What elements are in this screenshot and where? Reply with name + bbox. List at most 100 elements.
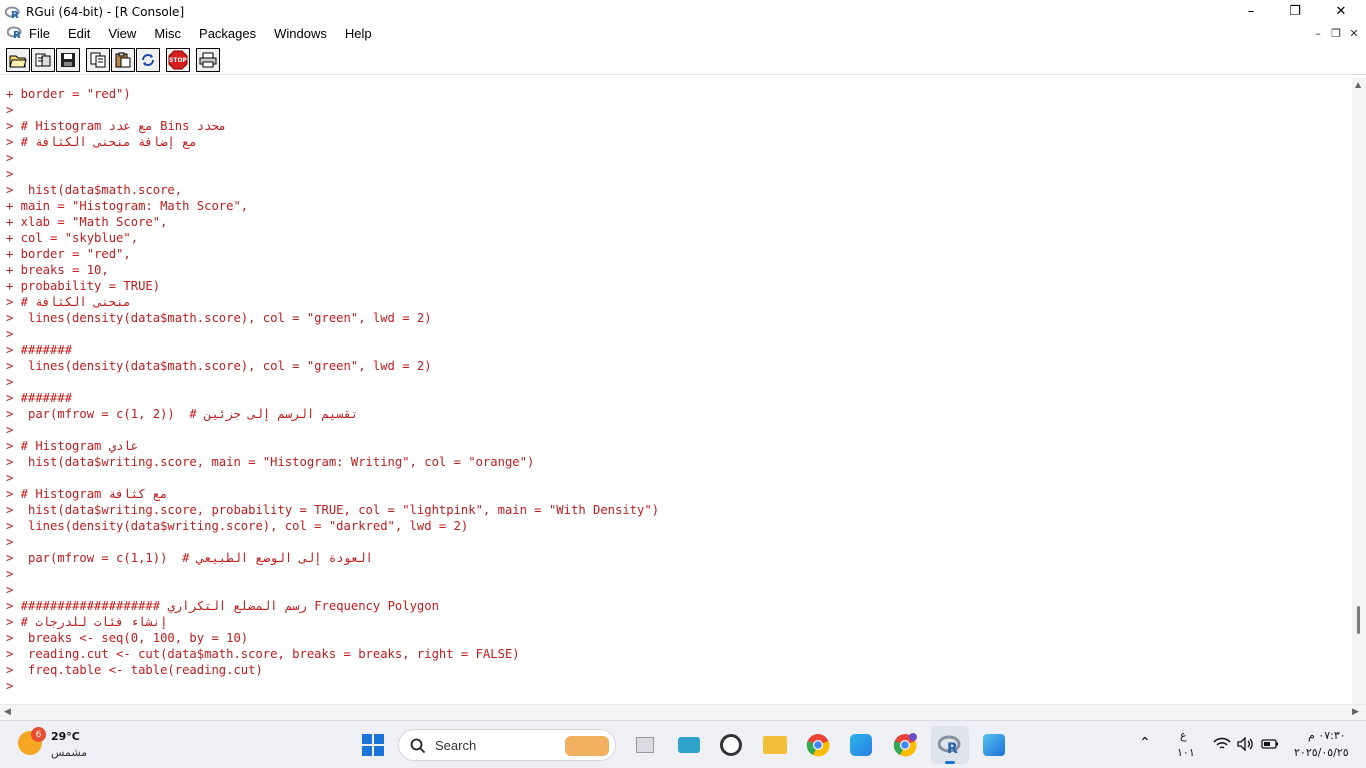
console-line: + col = "skyblue", bbox=[6, 231, 139, 245]
console-line: > hist(data$writing.score, main = "Histo… bbox=[6, 455, 535, 469]
weather-badge: 6 bbox=[31, 727, 46, 742]
search-box[interactable]: Search bbox=[398, 729, 616, 761]
copy-paste-button[interactable] bbox=[136, 48, 160, 72]
console-line: > bbox=[6, 327, 14, 341]
taskbar-r-gui-active[interactable]: R bbox=[931, 726, 969, 764]
console-line: + probability = TRUE) bbox=[6, 279, 161, 293]
print-icon bbox=[199, 52, 217, 68]
console-line: > lines(density(data$math.score), col = … bbox=[6, 359, 432, 373]
r-logo-icon: R bbox=[4, 5, 21, 21]
clock-app-icon bbox=[720, 734, 742, 756]
taskbar-clock-app[interactable] bbox=[716, 730, 746, 760]
console-line: > reading.cut <- cut(data$math.score, br… bbox=[6, 647, 520, 661]
console-line: > ####### bbox=[6, 391, 73, 405]
console-line: > ################### رسم المضلع التكرار… bbox=[6, 599, 439, 613]
console-line: > bbox=[6, 375, 14, 389]
menu-misc[interactable]: Misc bbox=[145, 26, 190, 41]
console-line: + main = "Histogram: Math Score", bbox=[6, 199, 249, 213]
wifi-icon[interactable] bbox=[1213, 737, 1231, 751]
console-line: > bbox=[6, 167, 14, 181]
r-gui-icon: R bbox=[938, 735, 961, 755]
r-menu-icon[interactable]: R bbox=[6, 26, 23, 41]
svg-text:R: R bbox=[11, 10, 19, 20]
mdi-restore-button[interactable]: ❐ bbox=[1328, 25, 1344, 41]
svg-text:R: R bbox=[13, 30, 21, 40]
taskbar-chrome[interactable] bbox=[803, 730, 833, 760]
scroll-up-icon[interactable]: ▲ bbox=[1355, 80, 1361, 89]
menu-packages[interactable]: Packages bbox=[190, 26, 265, 41]
taskbar: 6 29°C مشمس Search R ⌃ ع ١٠١ ٠٧:٣٠ م ٢٠٢… bbox=[0, 720, 1366, 768]
clock-time[interactable]: ٠٧:٣٠ م bbox=[1308, 729, 1346, 742]
mdi-close-button[interactable]: ✕ bbox=[1346, 25, 1362, 41]
vertical-scrollbar[interactable]: ▲ bbox=[1352, 78, 1366, 704]
taskbar-chrome-profile[interactable] bbox=[890, 730, 920, 760]
console-line: > bbox=[6, 151, 14, 165]
console-line: + xlab = "Math Score", bbox=[6, 215, 168, 229]
horizontal-scrollbar[interactable]: ◀ ▶ bbox=[0, 704, 1366, 720]
start-icon bbox=[362, 734, 384, 756]
load-workspace-button[interactable] bbox=[31, 48, 55, 72]
taskbar-app-2[interactable] bbox=[674, 730, 704, 760]
menu-bar: R File Edit View Misc Packages Windows H… bbox=[0, 23, 1366, 43]
title-bar: R RGui (64-bit) - [R Console] – ❐ ✕ bbox=[0, 0, 1366, 23]
scroll-left-icon[interactable]: ◀ bbox=[4, 707, 11, 717]
paste-button[interactable] bbox=[111, 48, 135, 72]
print-button[interactable] bbox=[196, 48, 220, 72]
console-line: > # Histogram مع كثافة bbox=[6, 487, 168, 501]
chrome-profile-icon bbox=[893, 733, 917, 757]
start-button[interactable] bbox=[358, 730, 388, 760]
app-icon bbox=[678, 737, 700, 753]
console-line: > bbox=[6, 535, 14, 549]
console-line: > bbox=[6, 679, 14, 693]
console-line: > bbox=[6, 567, 14, 581]
console-line: > lines(density(data$writing.score), col… bbox=[6, 519, 469, 533]
weather-temp[interactable]: 29°C bbox=[51, 730, 80, 743]
save-button[interactable] bbox=[56, 48, 80, 72]
stop-button[interactable]: STOP bbox=[166, 48, 190, 72]
scroll-right-icon[interactable]: ▶ bbox=[1352, 707, 1359, 717]
taskbar-store[interactable] bbox=[846, 730, 876, 760]
maximize-button[interactable]: ❐ bbox=[1272, 0, 1318, 23]
svg-text:R: R bbox=[947, 741, 958, 755]
menu-windows[interactable]: Windows bbox=[265, 26, 336, 41]
console-line: > # مع إضافة منحنى الكثافة bbox=[6, 135, 197, 149]
show-hidden-icons-icon[interactable]: ⌃ bbox=[1139, 735, 1151, 751]
console-line: > freq.table <- table(reading.cut) bbox=[6, 663, 263, 677]
open-script-button[interactable] bbox=[6, 48, 30, 72]
mdi-minimize-button[interactable]: – bbox=[1310, 25, 1326, 41]
stop-label: STOP bbox=[169, 56, 187, 64]
copy-icon bbox=[90, 52, 106, 68]
search-highlight-icon bbox=[565, 736, 609, 756]
console-line: > hist(data$math.score, bbox=[6, 183, 183, 197]
r-console-output[interactable]: + border = "red") > > # Histogram مع عدد… bbox=[0, 78, 1352, 704]
minimize-button[interactable]: – bbox=[1228, 0, 1274, 23]
input-language-bottom[interactable]: ١٠١ bbox=[1177, 746, 1195, 759]
console-line: > hist(data$writing.score, probability =… bbox=[6, 503, 660, 517]
copy-button[interactable] bbox=[86, 48, 110, 72]
file-explorer-icon bbox=[636, 737, 654, 753]
menu-help[interactable]: Help bbox=[336, 26, 381, 41]
console-line: + breaks = 10, bbox=[6, 263, 109, 277]
copy-paste-icon bbox=[142, 54, 154, 66]
menu-edit[interactable]: Edit bbox=[59, 26, 99, 41]
volume-icon[interactable] bbox=[1237, 737, 1255, 751]
console-line: > bbox=[6, 103, 14, 117]
search-icon bbox=[410, 738, 426, 754]
console-line: > bbox=[6, 423, 14, 437]
open-script-icon bbox=[9, 55, 27, 68]
console-line: > lines(density(data$math.score), col = … bbox=[6, 311, 432, 325]
taskbar-file-explorer[interactable] bbox=[630, 730, 660, 760]
close-button[interactable]: ✕ bbox=[1318, 0, 1364, 23]
taskbar-paint[interactable] bbox=[979, 730, 1009, 760]
battery-icon[interactable] bbox=[1261, 739, 1279, 749]
vertical-scroll-thumb[interactable] bbox=[1357, 606, 1360, 634]
menu-file[interactable]: File bbox=[23, 26, 59, 41]
menu-view[interactable]: View bbox=[99, 26, 145, 41]
input-language-top[interactable]: ع bbox=[1180, 729, 1187, 742]
taskbar-folder[interactable] bbox=[760, 730, 790, 760]
clock-date[interactable]: ٢٠٢٥/٠٥/٢٥ bbox=[1294, 746, 1349, 759]
console-line: > # إنشاء فئات للدرجات bbox=[6, 615, 168, 629]
weather-desc[interactable]: مشمس bbox=[51, 746, 87, 759]
save-icon bbox=[61, 53, 75, 67]
console-line: > par(mfrow = c(1, 2)) # تقسيم الرسم إلى… bbox=[6, 407, 359, 421]
